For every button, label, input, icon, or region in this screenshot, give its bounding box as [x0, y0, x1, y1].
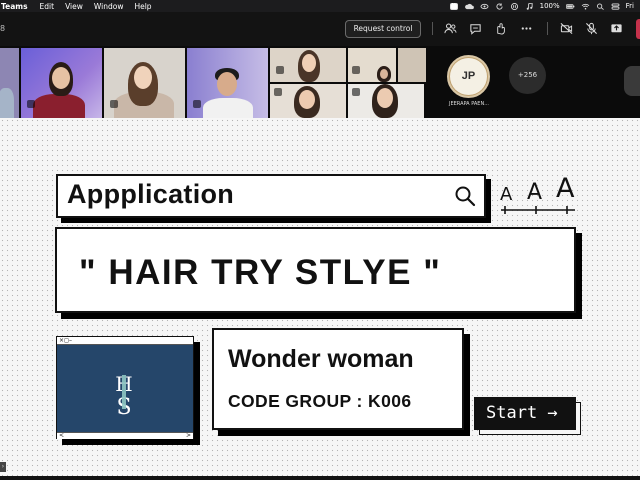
refresh-icon[interactable]	[495, 2, 504, 10]
muted-mic-icon	[27, 100, 35, 108]
participant-tile[interactable]	[104, 48, 185, 118]
participant-tile[interactable]	[270, 84, 346, 118]
control-center-icon[interactable]	[611, 2, 620, 10]
eye-icon[interactable]	[480, 3, 489, 10]
meeting-toolbar: 8	[0, 12, 640, 46]
mic-off-icon[interactable]	[585, 22, 598, 35]
code-group: CODE GROUP : K006	[228, 391, 412, 411]
menu-window[interactable]: Window	[94, 2, 124, 11]
person-face	[380, 69, 388, 79]
wifi-icon[interactable]	[581, 3, 590, 10]
chat-icon[interactable]	[469, 22, 482, 35]
logo-window: ×◻– H S < >	[56, 336, 194, 439]
person-face	[377, 88, 393, 108]
music-icon[interactable]	[525, 2, 534, 10]
side-handle[interactable]: ›	[0, 462, 6, 472]
font-size-small: A	[500, 184, 513, 205]
menu-help[interactable]: Help	[134, 2, 151, 11]
person-body	[33, 94, 85, 118]
person-face	[302, 54, 316, 72]
scroll-left-arrow: <	[59, 432, 65, 439]
menu-date: Fri	[625, 2, 634, 10]
logo-background: H S	[57, 345, 193, 432]
muted-mic-icon	[352, 66, 360, 74]
person-body	[0, 88, 14, 118]
avatar-initials: JP	[450, 58, 487, 95]
participant-avatar[interactable]: JP	[447, 55, 490, 98]
muted-mic-icon	[193, 100, 201, 108]
more-options-icon[interactable]	[520, 22, 533, 35]
participant-tile[interactable]	[0, 48, 19, 118]
team-name: Wonder woman	[228, 345, 414, 373]
person-face	[134, 66, 152, 89]
participant-tile[interactable]	[21, 48, 102, 118]
font-size-large: A	[556, 173, 575, 204]
react-icon[interactable]	[494, 22, 507, 35]
muted-mic-icon	[274, 88, 282, 96]
more-participants-button[interactable]: +256	[509, 57, 546, 94]
person-face	[52, 67, 70, 89]
self-view-tile[interactable]	[624, 66, 640, 96]
app-title-box: Appplication	[56, 174, 486, 218]
person-body	[203, 98, 253, 118]
hs-logo: H S	[115, 372, 132, 419]
notion-icon[interactable]: N	[449, 2, 458, 10]
search-menu-icon[interactable]	[596, 2, 605, 10]
leave-button[interactable]	[636, 19, 640, 39]
person-face	[299, 90, 315, 109]
scroll-right-arrow: >	[185, 432, 191, 439]
participant-tile[interactable]	[348, 84, 424, 118]
app-menus: Teams Edit View Window Help	[0, 2, 163, 11]
menu-app-name[interactable]: Teams	[1, 2, 28, 11]
main-title: " HAIR TRY STLYE "	[79, 253, 442, 292]
app-title: Appplication	[67, 179, 235, 209]
participant-tile[interactable]	[398, 48, 426, 82]
start-button: Start →	[474, 397, 576, 430]
menu-edit[interactable]: Edit	[40, 2, 55, 11]
menu-bar-status-area: N 100% Fri	[449, 0, 634, 12]
window-scrollbar: < >	[57, 432, 193, 439]
window-controls: ×◻–	[59, 337, 73, 344]
people-icon[interactable]	[444, 22, 457, 35]
macos-menu-bar: Teams Edit View Window Help N 100% Fri	[0, 0, 640, 12]
cloud-icon[interactable]	[464, 3, 474, 10]
window-titlebar: ×◻–	[57, 337, 193, 345]
battery-percent: 100%	[539, 2, 560, 10]
muted-mic-icon	[276, 66, 284, 74]
toolbar-divider	[432, 22, 433, 35]
font-size-medium: A	[527, 180, 542, 205]
battery-icon[interactable]	[565, 3, 575, 10]
muted-mic-icon	[110, 100, 118, 108]
toolbar-divider	[547, 22, 548, 35]
team-info-box: Wonder woman CODE GROUP : K006	[212, 328, 464, 430]
person-face	[217, 72, 237, 96]
participant-name: JEERAPA PAEN...	[449, 101, 489, 107]
participant-tile[interactable]	[270, 48, 346, 82]
meeting-timer: 8	[0, 24, 6, 33]
main-title-box: " HAIR TRY STLYE "	[55, 227, 576, 313]
share-screen-icon[interactable]	[610, 22, 623, 35]
search-icon	[455, 186, 476, 207]
bottom-edge	[0, 476, 640, 480]
pause-icon[interactable]	[510, 2, 519, 10]
participant-tile[interactable]	[348, 48, 396, 82]
start-label: Start →	[486, 403, 558, 423]
menu-view[interactable]: View	[65, 2, 83, 11]
font-size-icon: A A A	[500, 173, 575, 214]
participant-tile[interactable]	[187, 48, 268, 118]
camera-off-icon[interactable]	[560, 22, 573, 35]
request-control-button[interactable]: Request control	[345, 20, 421, 38]
muted-mic-icon	[352, 88, 360, 96]
